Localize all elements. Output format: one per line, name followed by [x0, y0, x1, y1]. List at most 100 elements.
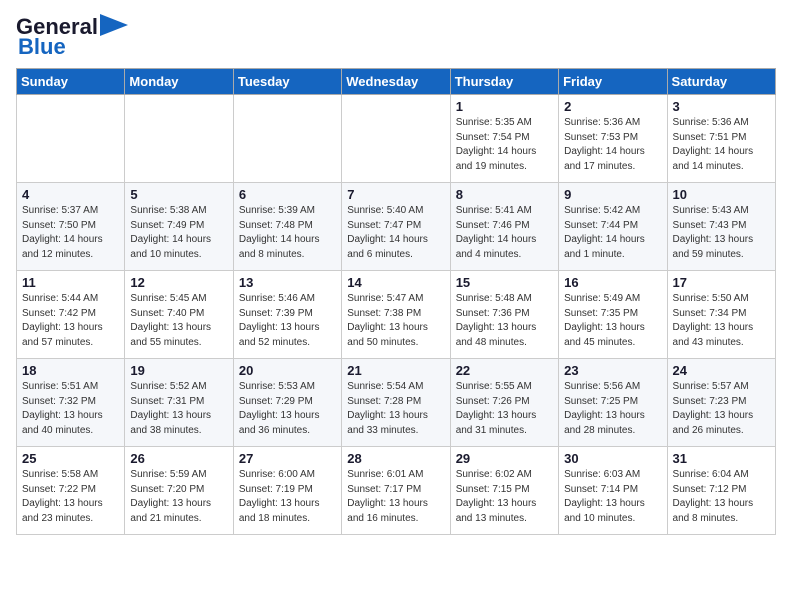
day-info: Sunrise: 5:50 AMSunset: 7:34 PMDaylight:…	[673, 292, 770, 350]
calendar-cell: 17 Sunrise: 5:50 AMSunset: 7:34 PMDayligh…	[667, 271, 775, 359]
day-info: Sunrise: 5:39 AMSunset: 7:48 PMDaylight:…	[239, 204, 336, 262]
calendar-cell: 3Sunrise: 5:36 AMSunset: 7:51 PMDaylight…	[667, 95, 775, 183]
calendar-cell: 21 Sunrise: 5:54 AMSunset: 7:28 PMDayligh…	[342, 359, 450, 447]
day-number: 31	[673, 451, 770, 466]
calendar-cell: 15 Sunrise: 5:48 AMSunset: 7:36 PMDayligh…	[450, 271, 558, 359]
weekday-header: Wednesday	[342, 69, 450, 95]
day-number: 18	[22, 363, 119, 378]
calendar-cell: 23 Sunrise: 5:56 AMSunset: 7:25 PMDayligh…	[559, 359, 667, 447]
day-info: Sunrise: 5:55 AMSunset: 7:26 PMDaylight:…	[456, 380, 553, 438]
weekday-header: Sunday	[17, 69, 125, 95]
day-info: Sunrise: 5:41 AMSunset: 7:46 PMDaylight:…	[456, 204, 553, 262]
day-number: 24	[673, 363, 770, 378]
calendar-cell	[233, 95, 341, 183]
calendar-cell: 14 Sunrise: 5:47 AMSunset: 7:38 PMDayligh…	[342, 271, 450, 359]
day-number: 12	[130, 275, 227, 290]
day-info: Sunrise: 5:53 AMSunset: 7:29 PMDaylight:…	[239, 380, 336, 438]
day-info: Sunrise: 5:44 AMSunset: 7:42 PMDaylight:…	[22, 292, 119, 350]
day-number: 21	[347, 363, 444, 378]
calendar-cell: 6 Sunrise: 5:39 AMSunset: 7:48 PMDaylight…	[233, 183, 341, 271]
calendar-cell: 18 Sunrise: 5:51 AMSunset: 7:32 PMDayligh…	[17, 359, 125, 447]
day-info: Sunrise: 5:49 AMSunset: 7:35 PMDaylight:…	[564, 292, 661, 350]
calendar-cell: 22 Sunrise: 5:55 AMSunset: 7:26 PMDayligh…	[450, 359, 558, 447]
logo-arrow-icon	[100, 14, 128, 36]
day-info: Sunrise: 6:01 AMSunset: 7:17 PMDaylight:…	[347, 468, 444, 526]
day-info: Sunrise: 5:57 AMSunset: 7:23 PMDaylight:…	[673, 380, 770, 438]
day-number: 14	[347, 275, 444, 290]
day-number: 20	[239, 363, 336, 378]
weekday-header: Friday	[559, 69, 667, 95]
day-number: 25	[22, 451, 119, 466]
day-info: Sunrise: 5:36 AMSunset: 7:51 PMDaylight:…	[673, 116, 770, 174]
day-info: Sunrise: 5:59 AMSunset: 7:20 PMDaylight:…	[130, 468, 227, 526]
calendar-row: 11 Sunrise: 5:44 AMSunset: 7:42 PMDayligh…	[17, 271, 776, 359]
day-info: Sunrise: 5:38 AMSunset: 7:49 PMDaylight:…	[130, 204, 227, 262]
page-header: General Blue	[16, 16, 776, 60]
calendar-row: 4 Sunrise: 5:37 AMSunset: 7:50 PMDaylight…	[17, 183, 776, 271]
day-number: 11	[22, 275, 119, 290]
calendar-cell: 30Sunrise: 6:03 AMSunset: 7:14 PMDayligh…	[559, 447, 667, 535]
day-info: Sunrise: 5:58 AMSunset: 7:22 PMDaylight:…	[22, 468, 119, 526]
calendar-row: 25 Sunrise: 5:58 AMSunset: 7:22 PMDayligh…	[17, 447, 776, 535]
logo: General Blue	[16, 16, 128, 60]
calendar-cell	[17, 95, 125, 183]
logo-blue-text: Blue	[18, 34, 66, 59]
calendar-row: 18 Sunrise: 5:51 AMSunset: 7:32 PMDayligh…	[17, 359, 776, 447]
calendar-cell: 19 Sunrise: 5:52 AMSunset: 7:31 PMDayligh…	[125, 359, 233, 447]
day-info: Sunrise: 5:54 AMSunset: 7:28 PMDaylight:…	[347, 380, 444, 438]
calendar-cell: 10Sunrise: 5:43 AMSunset: 7:43 PMDayligh…	[667, 183, 775, 271]
calendar-header-row: SundayMondayTuesdayWednesdayThursdayFrid…	[17, 69, 776, 95]
day-info: Sunrise: 5:43 AMSunset: 7:43 PMDaylight:…	[673, 204, 770, 262]
calendar-cell: 29Sunrise: 6:02 AMSunset: 7:15 PMDayligh…	[450, 447, 558, 535]
day-info: Sunrise: 6:00 AMSunset: 7:19 PMDaylight:…	[239, 468, 336, 526]
day-number: 6	[239, 187, 336, 202]
day-number: 1	[456, 99, 553, 114]
calendar-cell: 25 Sunrise: 5:58 AMSunset: 7:22 PMDayligh…	[17, 447, 125, 535]
day-number: 26	[130, 451, 227, 466]
calendar-cell: 5Sunrise: 5:38 AMSunset: 7:49 PMDaylight…	[125, 183, 233, 271]
day-number: 7	[347, 187, 444, 202]
calendar-cell: 7 Sunrise: 5:40 AMSunset: 7:47 PMDaylight…	[342, 183, 450, 271]
calendar-cell: 24 Sunrise: 5:57 AMSunset: 7:23 PMDayligh…	[667, 359, 775, 447]
calendar-cell: 2 Sunrise: 5:36 AMSunset: 7:53 PMDaylight…	[559, 95, 667, 183]
day-number: 8	[456, 187, 553, 202]
calendar-cell: 8 Sunrise: 5:41 AMSunset: 7:46 PMDaylight…	[450, 183, 558, 271]
day-info: Sunrise: 5:36 AMSunset: 7:53 PMDaylight:…	[564, 116, 661, 174]
calendar-cell	[125, 95, 233, 183]
day-info: Sunrise: 6:03 AMSunset: 7:14 PMDaylight:…	[564, 468, 661, 526]
calendar-cell: 31Sunrise: 6:04 AMSunset: 7:12 PMDayligh…	[667, 447, 775, 535]
day-info: Sunrise: 5:40 AMSunset: 7:47 PMDaylight:…	[347, 204, 444, 262]
calendar-cell: 13 Sunrise: 5:46 AMSunset: 7:39 PMDayligh…	[233, 271, 341, 359]
day-number: 19	[130, 363, 227, 378]
day-info: Sunrise: 5:47 AMSunset: 7:38 PMDaylight:…	[347, 292, 444, 350]
calendar-cell: 12Sunrise: 5:45 AMSunset: 7:40 PMDayligh…	[125, 271, 233, 359]
day-number: 22	[456, 363, 553, 378]
day-info: Sunrise: 5:52 AMSunset: 7:31 PMDaylight:…	[130, 380, 227, 438]
day-info: Sunrise: 5:46 AMSunset: 7:39 PMDaylight:…	[239, 292, 336, 350]
day-info: Sunrise: 5:42 AMSunset: 7:44 PMDaylight:…	[564, 204, 661, 262]
calendar-row: 1Sunrise: 5:35 AMSunset: 7:54 PMDaylight…	[17, 95, 776, 183]
weekday-header: Tuesday	[233, 69, 341, 95]
day-number: 15	[456, 275, 553, 290]
calendar-cell: 1Sunrise: 5:35 AMSunset: 7:54 PMDaylight…	[450, 95, 558, 183]
day-info: Sunrise: 5:51 AMSunset: 7:32 PMDaylight:…	[22, 380, 119, 438]
day-number: 13	[239, 275, 336, 290]
day-info: Sunrise: 5:37 AMSunset: 7:50 PMDaylight:…	[22, 204, 119, 262]
calendar-cell: 11 Sunrise: 5:44 AMSunset: 7:42 PMDayligh…	[17, 271, 125, 359]
day-number: 29	[456, 451, 553, 466]
day-info: Sunrise: 5:48 AMSunset: 7:36 PMDaylight:…	[456, 292, 553, 350]
day-number: 9	[564, 187, 661, 202]
calendar-cell: 16 Sunrise: 5:49 AMSunset: 7:35 PMDayligh…	[559, 271, 667, 359]
weekday-header: Saturday	[667, 69, 775, 95]
day-number: 23	[564, 363, 661, 378]
day-number: 2	[564, 99, 661, 114]
calendar-cell: 9 Sunrise: 5:42 AMSunset: 7:44 PMDaylight…	[559, 183, 667, 271]
day-number: 16	[564, 275, 661, 290]
day-number: 27	[239, 451, 336, 466]
calendar-table: SundayMondayTuesdayWednesdayThursdayFrid…	[16, 68, 776, 535]
day-info: Sunrise: 5:56 AMSunset: 7:25 PMDaylight:…	[564, 380, 661, 438]
day-number: 4	[22, 187, 119, 202]
calendar-cell	[342, 95, 450, 183]
calendar-cell: 26 Sunrise: 5:59 AMSunset: 7:20 PMDayligh…	[125, 447, 233, 535]
day-number: 17	[673, 275, 770, 290]
